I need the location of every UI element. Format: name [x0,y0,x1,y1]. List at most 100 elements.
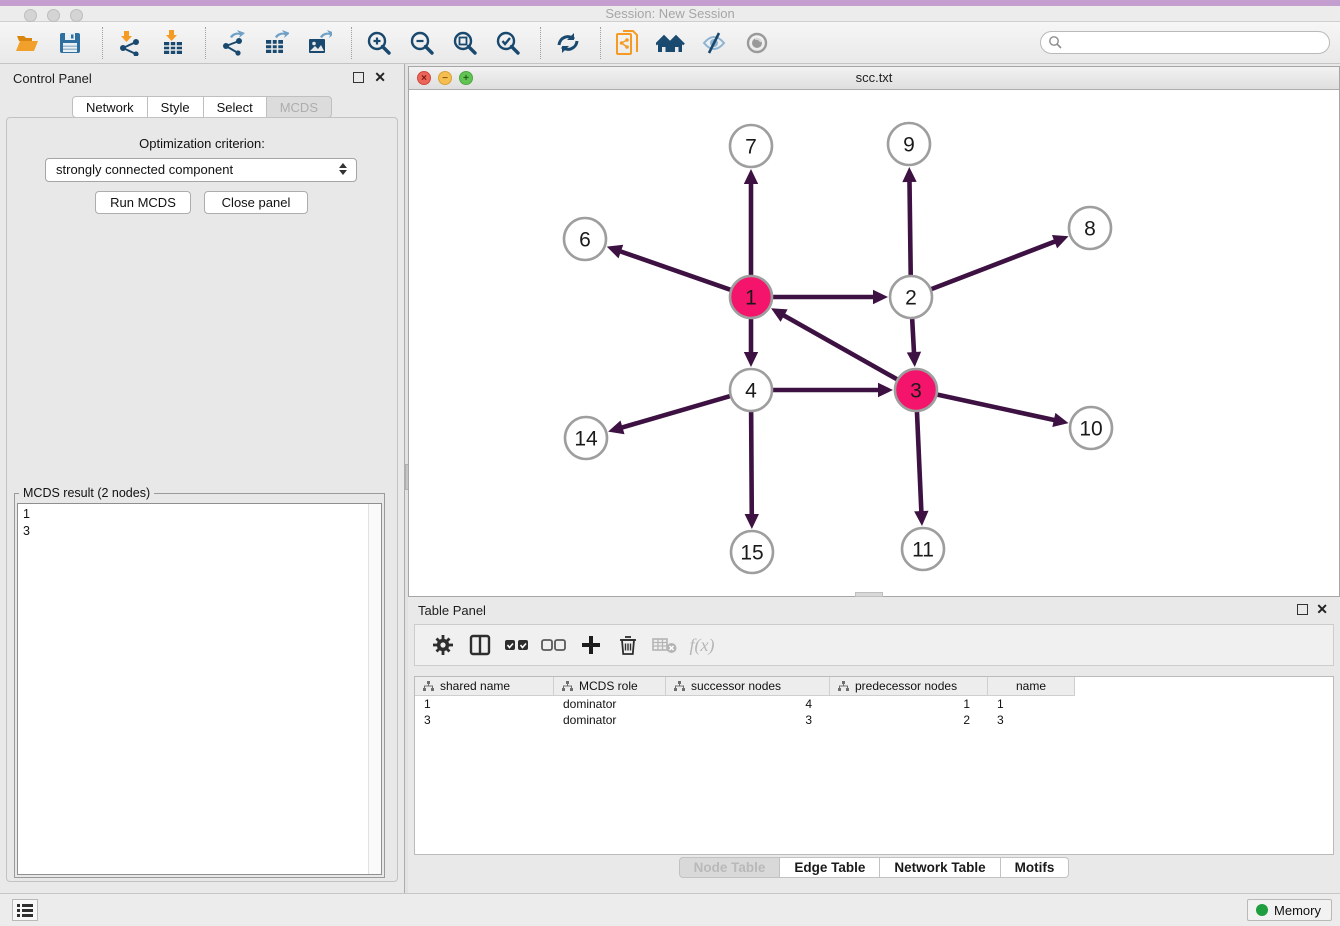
tab-motifs[interactable]: Motifs [1001,857,1070,878]
graph-edge-3-11[interactable] [917,409,922,513]
network-minimize-icon[interactable]: − [438,71,452,85]
tab-select[interactable]: Select [204,96,267,118]
zoom-in-icon[interactable] [364,28,394,58]
cell-predecessor-nodes[interactable]: 1 [830,696,988,712]
table-panel-header: Table Panel ✕ [408,597,1340,623]
cell-shared-name[interactable]: 3 [415,712,554,728]
toolbar-separator [600,27,601,59]
delete-table-icon[interactable] [651,631,679,659]
save-session-icon[interactable] [55,28,85,58]
export-network-icon[interactable] [218,28,248,58]
cell-name[interactable]: 3 [988,712,1075,728]
column-selector-icon[interactable] [466,631,494,659]
memory-status-icon [1256,904,1268,916]
network-close-icon[interactable]: × [417,71,431,85]
hierarchy-icon [423,681,434,692]
cell-predecessor-nodes[interactable]: 2 [830,712,988,728]
graph-node-label: 14 [574,428,598,451]
criterion-dropdown[interactable]: strongly connected component [45,158,357,182]
run-mcds-button[interactable]: Run MCDS [95,191,191,214]
graph-edge-arrowhead [907,352,921,367]
table-panel-title: Table Panel [418,603,486,618]
graph-node-label: 9 [903,134,915,157]
column-header-successor-nodes[interactable]: successor nodes [666,677,830,696]
import-table-icon[interactable] [158,28,188,58]
memory-button[interactable]: Memory [1247,899,1332,921]
float-table-panel-icon[interactable] [1297,604,1308,615]
task-history-button[interactable] [12,899,38,921]
result-scrollbar[interactable] [368,504,381,874]
search-input[interactable] [1040,31,1330,54]
control-panel: Control Panel ✕ Network Style Select MCD… [0,64,404,893]
result-line: 1 [23,506,30,523]
import-network-icon[interactable] [115,28,145,58]
export-table-icon[interactable] [261,28,291,58]
network-maximize-icon[interactable]: + [459,71,473,85]
graph-node-label: 3 [910,380,922,403]
column-header-shared-name[interactable]: shared name [415,677,554,696]
graph-edge-arrowhead [902,167,916,182]
cell-successor-nodes[interactable]: 3 [666,712,830,728]
cell-mcds-role[interactable]: dominator [554,712,666,728]
tab-network-table[interactable]: Network Table [880,857,1000,878]
column-header-mcds-role[interactable]: MCDS role [554,677,666,696]
settings-gear-icon[interactable] [429,631,457,659]
tab-network[interactable]: Network [72,96,148,118]
graph-edge-3-1[interactable] [782,315,899,381]
graph-edge-4-14[interactable] [621,395,733,428]
graph-edge-2-9[interactable] [909,180,910,278]
open-session-icon[interactable] [12,28,42,58]
network-window: scc.txt × − + 7968124314101511 [408,66,1340,597]
main-toolbar [0,22,1340,64]
cell-mcds-role[interactable]: dominator [554,696,666,712]
table-row[interactable]: 3 dominator 3 2 3 [415,712,1333,728]
zoom-fit-icon[interactable] [450,28,480,58]
function-builder-icon[interactable]: f(x) [688,631,716,659]
deselect-all-icon[interactable] [540,631,568,659]
network-window-titlebar[interactable]: scc.txt × − + [409,67,1339,90]
graph-edge-2-8[interactable] [929,241,1057,290]
close-panel-button[interactable]: Close panel [204,191,308,214]
hierarchy-icon [674,681,685,692]
graph-edge-arrowhead [914,511,928,526]
table-row[interactable]: 1 dominator 4 1 1 [415,696,1333,712]
close-table-panel-icon[interactable]: ✕ [1316,601,1328,617]
add-column-icon[interactable] [577,631,605,659]
cell-shared-name[interactable]: 1 [415,696,554,712]
toolbar-separator [540,27,541,59]
float-panel-icon[interactable] [353,72,364,83]
tab-style[interactable]: Style [148,96,204,118]
graph-node-label: 8 [1084,218,1096,241]
cell-successor-nodes[interactable]: 4 [666,696,830,712]
graph-node-label: 11 [912,539,934,562]
column-header-predecessor-nodes[interactable]: predecessor nodes [830,677,988,696]
column-header-name[interactable]: name [988,677,1075,696]
graph-edge-3-10[interactable] [935,394,1056,420]
refresh-network-icon[interactable] [553,28,583,58]
tab-node-table[interactable]: Node Table [679,857,781,878]
tab-edge-table[interactable]: Edge Table [780,857,880,878]
mcds-result-textarea[interactable]: 1 3 [17,503,382,875]
network-canvas[interactable]: 7968124314101511 [409,90,1339,596]
select-all-icon[interactable] [503,631,531,659]
cell-name[interactable]: 1 [988,696,1075,712]
close-panel-icon[interactable]: ✕ [374,69,386,85]
delete-column-icon[interactable] [614,631,642,659]
home-icon[interactable] [656,28,686,58]
hide-eye-icon[interactable] [699,28,729,58]
graph-edge-arrowhead [878,383,893,397]
graph-edge-4-15[interactable] [751,409,752,516]
table-header-row: shared name MCDS role successor nodes pr… [415,677,1333,696]
table-panel-tabs: Node Table Edge Table Network Table Moti… [408,857,1340,878]
network-file-icon[interactable] [613,28,643,58]
graph-edge-arrowhead [1052,413,1068,427]
tab-mcds[interactable]: MCDS [267,96,332,118]
zoom-out-icon[interactable] [407,28,437,58]
graph-edge-2-3[interactable] [912,316,914,354]
status-bar: Memory [0,893,1340,926]
graph-edge-1-6[interactable] [619,251,733,291]
zoom-selected-icon[interactable] [493,28,523,58]
export-image-icon[interactable] [304,28,334,58]
eye-icon[interactable] [742,28,772,58]
network-graph: 7968124314101511 [409,90,1339,596]
